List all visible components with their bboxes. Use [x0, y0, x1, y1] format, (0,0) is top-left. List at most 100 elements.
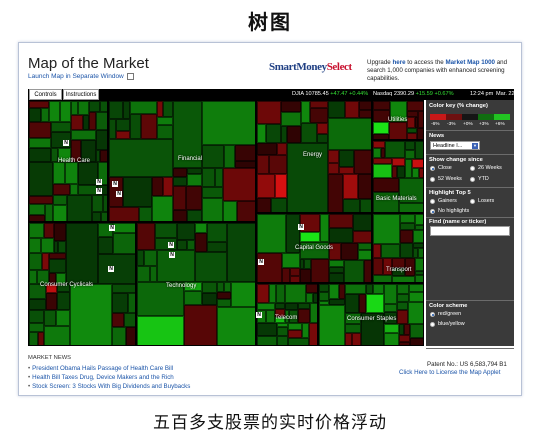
stock-tile[interactable] [257, 124, 266, 143]
stock-tile[interactable] [277, 327, 288, 336]
stock-tile[interactable] [45, 204, 53, 221]
stock-tile[interactable] [310, 108, 328, 123]
stock-tile[interactable] [29, 299, 46, 310]
stock-tile[interactable] [373, 101, 390, 110]
sector-basic-materials[interactable] [372, 140, 424, 213]
stock-tile[interactable] [101, 212, 107, 221]
stock-tile[interactable] [29, 270, 37, 284]
stock-tile[interactable] [130, 114, 141, 139]
stock-tile[interactable] [407, 101, 423, 111]
stock-tile[interactable] [269, 284, 276, 303]
find-input[interactable] [430, 226, 510, 236]
stock-tile[interactable] [285, 284, 306, 303]
stock-tile[interactable] [173, 186, 186, 210]
news-link[interactable]: • Stock Screen: 3 Stocks With Big Dividen… [28, 383, 190, 390]
tab-controls[interactable]: Controls [29, 89, 62, 100]
stock-tile[interactable] [389, 122, 407, 139]
radio-52-weeks[interactable] [430, 177, 435, 182]
stock-tile[interactable] [300, 232, 320, 242]
radio-red-green[interactable] [430, 312, 435, 317]
news-badge[interactable]: N [108, 266, 114, 272]
stock-tile[interactable] [56, 310, 70, 326]
stock-tile[interactable] [96, 112, 107, 130]
stock-tile[interactable] [310, 303, 317, 323]
stock-tile[interactable] [309, 323, 317, 345]
stock-tile[interactable] [328, 174, 343, 212]
stock-tile[interactable] [41, 108, 49, 122]
stock-tile[interactable] [44, 310, 56, 326]
stock-tile[interactable] [207, 242, 227, 252]
stock-tile[interactable] [215, 168, 223, 187]
stock-tile[interactable] [409, 292, 423, 302]
stock-tile[interactable] [54, 223, 66, 241]
stock-tile[interactable] [275, 174, 287, 198]
radio-losers[interactable] [470, 199, 475, 204]
stock-tile[interactable] [98, 254, 135, 284]
stock-tile[interactable] [92, 212, 101, 221]
stock-tile[interactable] [405, 150, 415, 159]
stock-tile[interactable] [29, 148, 51, 162]
stock-tile[interactable] [288, 338, 309, 345]
sector-consumer-staples[interactable] [318, 283, 424, 346]
stock-tile[interactable] [301, 123, 317, 143]
stock-tile[interactable] [413, 230, 423, 243]
stock-tile[interactable] [70, 284, 112, 345]
stock-tile[interactable] [163, 177, 173, 196]
stock-tile[interactable] [112, 293, 128, 313]
stock-tile[interactable] [359, 110, 371, 118]
stock-tile[interactable] [137, 316, 184, 345]
stock-tile[interactable] [128, 293, 135, 313]
stock-tile[interactable] [184, 305, 217, 345]
stock-tile[interactable] [277, 143, 287, 155]
stock-tile[interactable] [29, 101, 49, 108]
news-badge[interactable]: N [298, 224, 304, 230]
stock-tile[interactable] [287, 126, 301, 143]
stock-tile[interactable] [29, 253, 42, 270]
stock-tile[interactable] [415, 275, 423, 282]
stock-tile[interactable] [345, 294, 359, 313]
radio-gainers[interactable] [430, 199, 435, 204]
stock-tile[interactable] [257, 143, 277, 155]
stock-tile[interactable] [384, 304, 397, 312]
stock-tile[interactable] [281, 101, 301, 112]
stock-tile[interactable] [71, 101, 78, 115]
stock-tile[interactable] [29, 215, 45, 221]
stock-tile[interactable] [29, 223, 44, 238]
stock-tile[interactable] [41, 238, 54, 253]
stock-tile[interactable] [257, 198, 271, 212]
stock-tile[interactable] [329, 284, 339, 299]
stock-tile[interactable] [217, 282, 224, 292]
stock-tile[interactable] [123, 177, 152, 207]
stock-tile[interactable] [257, 101, 281, 124]
stock-tile[interactable] [157, 117, 173, 125]
stock-tile[interactable] [345, 101, 359, 118]
stock-tile[interactable] [384, 284, 397, 304]
stock-tile[interactable] [51, 148, 58, 162]
stock-tile[interactable] [157, 250, 195, 282]
stock-tile[interactable] [29, 323, 44, 332]
radio-blue-yellow[interactable] [430, 322, 435, 327]
stock-tile[interactable] [257, 174, 275, 198]
stock-tile[interactable] [298, 309, 310, 323]
stock-tile[interactable] [392, 276, 415, 282]
stock-tile[interactable] [412, 159, 423, 168]
stock-tile[interactable] [418, 248, 423, 258]
stock-tile[interactable] [373, 178, 399, 192]
stock-tile[interactable] [137, 250, 144, 266]
stock-tile[interactable] [300, 269, 311, 282]
stock-tile[interactable] [345, 324, 361, 333]
news-badge[interactable]: N [169, 252, 175, 258]
stock-tile[interactable] [96, 130, 107, 150]
stock-tile[interactable] [373, 275, 392, 282]
stock-tile[interactable] [195, 223, 207, 233]
stock-tile[interactable] [224, 282, 231, 292]
stock-tile[interactable] [417, 128, 423, 139]
stock-tile[interactable] [113, 223, 135, 233]
stock-tile[interactable] [397, 302, 408, 310]
stock-tile[interactable] [217, 307, 255, 345]
radio-26-weeks[interactable] [470, 166, 475, 171]
stock-tile[interactable] [78, 185, 97, 195]
stock-tile[interactable] [202, 282, 217, 293]
stock-tile[interactable] [290, 268, 300, 276]
upgrade-product-link[interactable]: Market Map 1000 [445, 59, 495, 66]
